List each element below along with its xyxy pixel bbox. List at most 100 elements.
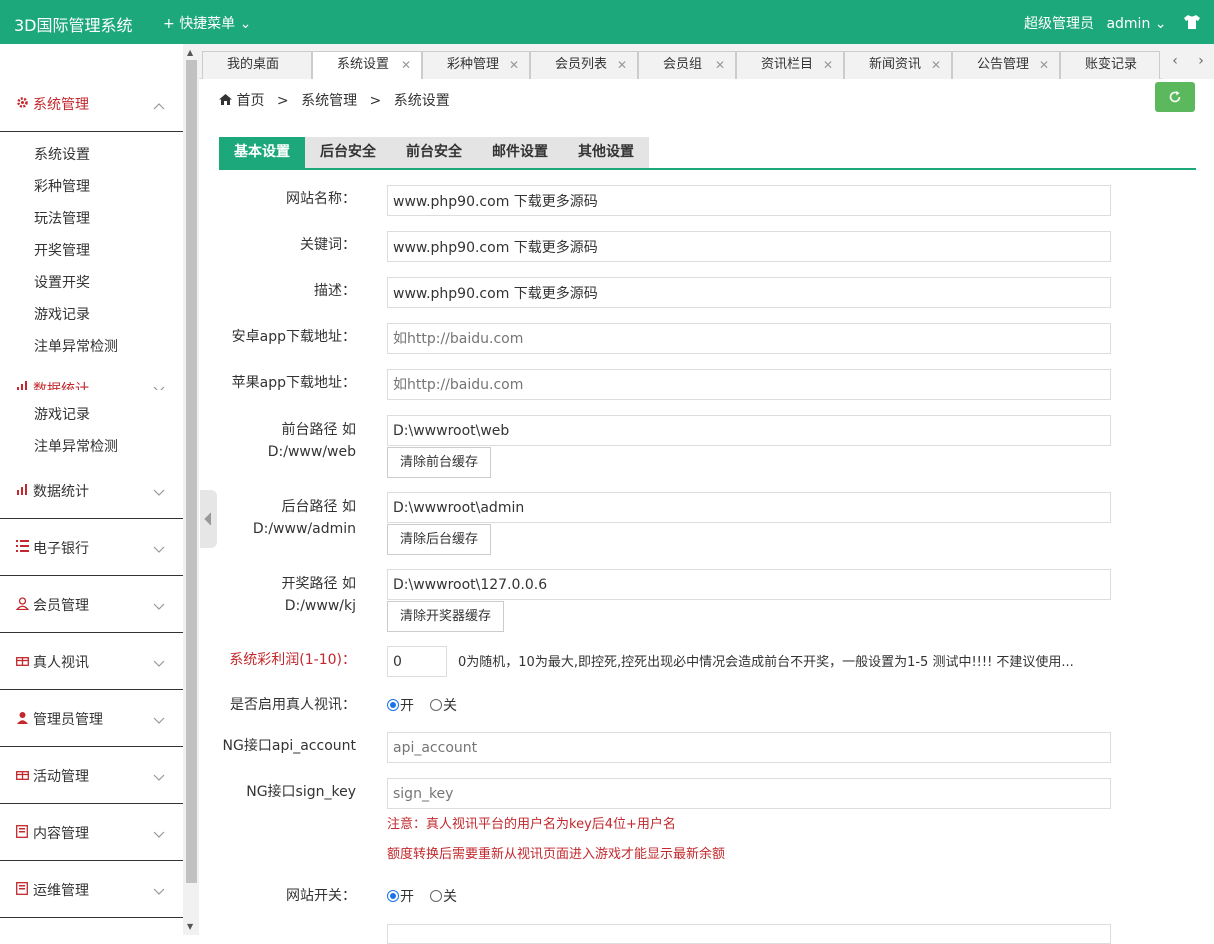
sidebar-item-bet-anomaly[interactable]: 注单异常检测: [34, 436, 118, 456]
front-path-label: 前台路径 如: [281, 422, 356, 438]
tab-label: 新闻资讯: [869, 57, 922, 72]
site-name-label: 网站名称：: [286, 191, 356, 207]
sidebar-item-play[interactable]: 玩法管理: [34, 208, 90, 228]
admin-path-example: D:/www/admin: [252, 521, 356, 537]
sidebar-scrollbar[interactable]: ▲ ▼: [183, 44, 199, 935]
tab-member-list[interactable]: 会员列表 ✕: [530, 51, 638, 79]
sidebar-group-stats-clipped[interactable]: 数据统计: [0, 374, 183, 390]
front-path-example: D:/www/web: [267, 444, 356, 460]
closing-message-input[interactable]: [387, 924, 1111, 944]
site-name-input[interactable]: [387, 185, 1111, 216]
book-icon: [16, 825, 29, 839]
live-video-on-radio[interactable]: 开: [387, 695, 414, 715]
profit-input[interactable]: [387, 646, 447, 677]
settings-tab-other[interactable]: 其他设置: [563, 137, 649, 168]
chevron-down-icon: [153, 884, 165, 900]
tab-news-column[interactable]: 资讯栏目 ✕: [736, 51, 844, 79]
keywords-label: 关键词：: [300, 237, 356, 253]
sidebar-item-game-records[interactable]: 游戏记录: [34, 404, 90, 424]
sidebar-group-label: 会员管理: [33, 598, 89, 614]
tab-prev-button[interactable]: ‹: [1162, 44, 1188, 79]
tab-lottery[interactable]: 彩种管理 ✕: [422, 51, 530, 79]
radio-label: 关: [443, 889, 457, 905]
close-icon[interactable]: ✕: [617, 52, 627, 78]
tab-balance-log[interactable]: 账变记录: [1060, 51, 1160, 79]
live-video-off-radio[interactable]: 关: [430, 695, 457, 715]
quick-menu-label: 快捷菜单: [179, 16, 236, 32]
close-icon[interactable]: ✕: [509, 52, 519, 78]
admin-path-label: 后台路径 如: [281, 499, 356, 515]
ng-key-input[interactable]: [387, 778, 1111, 809]
close-icon[interactable]: ✕: [715, 52, 725, 78]
settings-tab-front-security[interactable]: 前台安全: [391, 137, 477, 168]
close-icon[interactable]: ✕: [931, 52, 941, 78]
tab-news[interactable]: 新闻资讯 ✕: [844, 51, 952, 79]
refresh-button[interactable]: [1155, 82, 1195, 112]
close-icon[interactable]: ✕: [401, 52, 411, 78]
scrollbar-thumb[interactable]: [186, 60, 197, 883]
sidebar-item-system-settings[interactable]: 系统设置: [34, 144, 90, 164]
clear-admin-cache-button[interactable]: 清除后台缓存: [387, 524, 492, 555]
sidebar-item-lottery[interactable]: 彩种管理: [34, 176, 90, 196]
sidebar-group-members[interactable]: 会员管理: [0, 576, 183, 633]
settings-tab-mail[interactable]: 邮件设置: [477, 137, 563, 168]
radio-checked-icon: [387, 699, 399, 711]
sidebar-group-label: 活动管理: [33, 769, 89, 785]
chevron-down-icon: ⌄: [1154, 16, 1167, 32]
radio-label: 关: [443, 698, 457, 714]
site-switch-off-radio[interactable]: 关: [430, 886, 457, 906]
list-icon: [16, 540, 29, 554]
user-solid-icon: [16, 711, 29, 725]
chevron-down-icon: ⌄: [239, 16, 252, 32]
tab-system-settings[interactable]: 系统设置 ✕: [312, 51, 422, 79]
site-switch-on-radio[interactable]: 开: [387, 886, 414, 906]
sidebar-group-activities[interactable]: 活动管理: [0, 747, 183, 804]
tab-label: 系统设置: [337, 57, 390, 72]
ng-account-label: NG接口api_account: [222, 738, 356, 754]
scroll-up-icon[interactable]: ▲: [187, 48, 193, 57]
sidebar-group-ebank[interactable]: 电子银行: [0, 519, 183, 576]
settings-tab-basic[interactable]: 基本设置: [219, 137, 305, 168]
breadcrumb-home[interactable]: 首页: [236, 93, 264, 109]
sidebar-group-admins[interactable]: 管理员管理: [0, 690, 183, 747]
user-menu[interactable]: 超级管理员 admin ⌄: [1024, 13, 1167, 33]
sidebar-group-ops[interactable]: 运维管理: [0, 861, 183, 918]
sidebar-item-game-records[interactable]: 游戏记录: [34, 304, 90, 324]
admin-path-input[interactable]: [387, 492, 1111, 523]
keywords-input[interactable]: [387, 231, 1111, 262]
settings-tabs: 基本设置 后台安全 前台安全 邮件设置 其他设置: [219, 137, 1196, 170]
sidebar-item-set-draw[interactable]: 设置开奖: [34, 272, 90, 292]
close-icon[interactable]: ✕: [1039, 52, 1049, 78]
close-icon[interactable]: ✕: [823, 52, 833, 78]
tab-member-group[interactable]: 会员组 ✕: [638, 51, 736, 79]
sidebar-group-stats[interactable]: 数据统计: [0, 462, 183, 519]
lottery-path-input[interactable]: [387, 569, 1111, 600]
front-path-input[interactable]: [387, 415, 1111, 446]
ng-account-input[interactable]: [387, 732, 1111, 763]
description-input[interactable]: [387, 277, 1111, 308]
theme-shirt-icon[interactable]: [1183, 14, 1201, 34]
breadcrumb-separator: >: [276, 93, 289, 109]
sidebar-group-label: 管理员管理: [33, 712, 103, 728]
sidebar-group-live-video[interactable]: 真人视讯: [0, 633, 183, 690]
tab-next-button[interactable]: ›: [1188, 44, 1214, 79]
clear-front-cache-button[interactable]: 清除前台缓存: [387, 447, 492, 478]
tab-label: 彩种管理: [447, 57, 500, 72]
radio-unchecked-icon: [430, 890, 442, 902]
sidebar-item-bet-anomaly[interactable]: 注单异常检测: [34, 336, 118, 356]
quick-menu-button[interactable]: + 快捷菜单 ⌄: [163, 13, 251, 33]
scroll-down-icon[interactable]: ▼: [187, 922, 193, 931]
sidebar-item-draw[interactable]: 开奖管理: [34, 240, 90, 260]
android-url-input[interactable]: [387, 323, 1111, 354]
sidebar-group-content[interactable]: 内容管理: [0, 804, 183, 861]
sidebar-group-system[interactable]: 系统管理: [0, 75, 183, 132]
settings-tab-admin-security[interactable]: 后台安全: [305, 137, 391, 168]
tab-desktop[interactable]: 我的桌面: [202, 51, 312, 79]
breadcrumb-level1[interactable]: 系统管理: [301, 93, 357, 109]
ios-url-input[interactable]: [387, 369, 1111, 400]
sidebar-group-label: 数据统计: [33, 484, 89, 500]
plus-icon: +: [163, 16, 175, 32]
tab-announcements[interactable]: 公告管理 ✕: [952, 51, 1060, 79]
clear-lottery-cache-button[interactable]: 清除开奖器缓存: [387, 601, 505, 632]
sidebar: 系统管理 系统设置 彩种管理 玩法管理 开奖管理 设置开奖 游戏记录 注单异常检…: [0, 44, 183, 935]
